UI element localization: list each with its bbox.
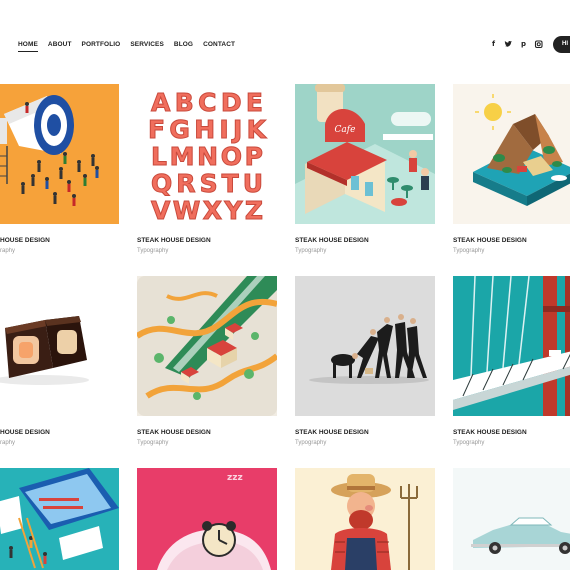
portfolio-thumbnail-alarm-clock[interactable]: zzz <box>137 468 277 570</box>
svg-text:Cafe: Cafe <box>335 125 356 135</box>
portfolio-item-category: Typography <box>453 248 485 254</box>
portfolio-item-title: STEAK HOUSE DESIGN <box>137 429 211 436</box>
portfolio-thumbnail-alphabet[interactable]: ABCDE FGHIJK LMNOP QRSTU VWXYZ <box>137 84 277 224</box>
portfolio-thumbnail-megaphone[interactable] <box>0 84 119 224</box>
alphabet-row: VWXYZ <box>151 196 263 224</box>
nav-item-about[interactable]: ABOUT <box>48 41 72 48</box>
portfolio-item-category: raphy <box>0 248 16 254</box>
nav-item-contact[interactable]: CONTACT <box>203 41 235 48</box>
portfolio-thumbnail-landscape[interactable] <box>137 276 277 416</box>
portfolio-item-title: STEAK HOUSE DESIGN <box>295 237 369 244</box>
portfolio-thumbnail-island[interactable] <box>453 84 570 224</box>
instagram-icon[interactable] <box>531 40 546 49</box>
nav-menu: HOME ABOUT PORTFOLIO SERVICES BLOG CONTA… <box>18 41 245 52</box>
portfolio-item-category: Typography <box>453 440 485 446</box>
portfolio-item-category: Typography <box>137 248 169 254</box>
portfolio-item-category: Typography <box>295 248 327 254</box>
portfolio-item-category: Typography <box>295 440 327 446</box>
portfolio-thumbnail-vintage-car[interactable] <box>453 468 570 570</box>
nav-item-portfolio[interactable]: PORTFOLIO <box>82 41 121 48</box>
portfolio-thumbnail-evolution[interactable] <box>295 276 435 416</box>
twitter-icon[interactable] <box>501 40 516 49</box>
nav-item-home[interactable]: HOME <box>18 41 38 52</box>
nav-item-blog[interactable]: BLOG <box>174 41 193 48</box>
alphabet-row: QRSTU <box>151 169 263 198</box>
facebook-icon[interactable]: f <box>486 40 501 49</box>
portfolio-thumbnail-bridge[interactable] <box>453 276 570 416</box>
portfolio-thumbnail-chocolate-cakes[interactable] <box>0 276 119 416</box>
portfolio-item-title: STEAK HOUSE DESIGN <box>295 429 369 436</box>
svg-text:zzz: zzz <box>227 473 243 483</box>
header-cta-button[interactable]: HI <box>553 36 570 53</box>
social-links: f p <box>486 40 546 49</box>
portfolio-item-category: Typography <box>137 440 169 446</box>
alphabet-row: LMNOP <box>151 142 263 171</box>
portfolio-thumbnail-farmer[interactable] <box>295 468 435 570</box>
top-navigation: HOME ABOUT PORTFOLIO SERVICES BLOG CONTA… <box>0 0 570 90</box>
portfolio-item-title: STEAK HOUSE DESIGN <box>453 429 527 436</box>
portfolio-thumbnail-coffee-shop[interactable]: Cafe <box>295 84 435 224</box>
portfolio-item-title: STEAK HOUSE DESIGN <box>137 237 211 244</box>
portfolio-item-title: HOUSE DESIGN <box>0 237 50 244</box>
pinterest-icon[interactable]: p <box>516 40 531 49</box>
alphabet-row: ABCDE <box>151 88 263 117</box>
nav-item-services[interactable]: SERVICES <box>130 41 164 48</box>
portfolio-thumbnail-workers[interactable] <box>0 468 119 570</box>
portfolio-item-title: HOUSE DESIGN <box>0 429 50 436</box>
portfolio-item-category: raphy <box>0 440 16 446</box>
alphabet-row: FGHIJK <box>148 115 268 144</box>
portfolio-item-title: STEAK HOUSE DESIGN <box>453 237 527 244</box>
